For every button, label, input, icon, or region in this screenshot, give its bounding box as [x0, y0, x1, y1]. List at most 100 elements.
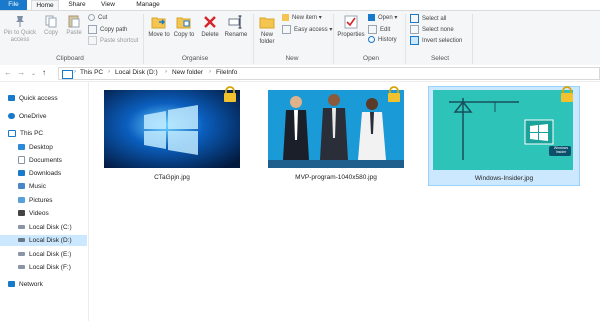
select-all-label: Select all — [422, 16, 447, 23]
music-icon — [18, 183, 25, 190]
tab-view[interactable]: View — [96, 0, 120, 10]
sidebar-item-videos[interactable]: Videos — [18, 208, 49, 219]
select-all-button[interactable]: Select all — [410, 14, 446, 23]
file-name: CTaGpjn.jpg — [154, 174, 190, 181]
sidebar-item-local-disk-f[interactable]: Local Disk (F:) — [18, 262, 71, 273]
sidebar-item-documents[interactable]: Documents — [18, 155, 62, 166]
breadcrumb-local-disk-d[interactable]: Local Disk (D:) — [115, 69, 158, 76]
delete-label: Delete — [201, 32, 219, 38]
new-item-icon — [282, 14, 289, 21]
ribbon-separator — [333, 14, 334, 64]
paste-label: Paste — [66, 30, 82, 36]
invert-selection-button[interactable]: Invert selection — [410, 36, 462, 45]
breadcrumb-chevron-icon[interactable]: › — [165, 69, 167, 75]
copy-to-icon — [176, 17, 191, 29]
sidebar-item-label: Local Disk (D:) — [29, 237, 72, 244]
sidebar-item-downloads[interactable]: Downloads — [18, 168, 61, 179]
delete-button[interactable]: Delete — [198, 14, 222, 39]
breadcrumb-fileinfo[interactable]: FileInfo — [216, 69, 237, 76]
properties-button[interactable]: Properties — [336, 14, 366, 39]
file-item[interactable]: CTaGpjn.jpg — [101, 86, 243, 186]
new-folder-button[interactable]: New folder — [256, 14, 278, 46]
videos-icon — [18, 210, 25, 217]
new-group-label: New — [285, 55, 299, 62]
sidebar-item-label: Videos — [29, 210, 49, 217]
rename-button[interactable]: Rename — [223, 14, 249, 39]
ribbon-separator — [472, 14, 473, 64]
ribbon-separator — [253, 14, 254, 64]
new-item-button[interactable]: New item ▾ — [282, 14, 322, 23]
edit-button[interactable]: Edit — [368, 25, 390, 34]
ribbon-separator — [143, 14, 144, 64]
sidebar-item-label: Documents — [29, 157, 62, 164]
drive-icon — [18, 265, 25, 270]
easy-access-button[interactable]: Easy access ▾ — [282, 25, 332, 34]
breadcrumb-new-folder[interactable]: New folder — [172, 69, 203, 76]
lock-icon — [561, 86, 573, 102]
open-button[interactable]: Open ▾ — [368, 14, 397, 23]
move-to-icon — [151, 17, 166, 29]
open-group-label: Open — [363, 55, 379, 62]
chevron-down-icon: ▾ — [318, 15, 322, 22]
clipboard-group-label: Clipboard — [56, 55, 84, 62]
sidebar-item-music[interactable]: Music — [18, 181, 46, 192]
pictures-icon — [18, 197, 25, 204]
file-item-selected[interactable]: Windows Insider Windows-Insider.jpg — [428, 86, 580, 186]
sidebar-item-local-disk-e[interactable]: Local Disk (E:) — [18, 249, 71, 260]
history-label: History — [378, 37, 397, 44]
recent-locations-icon[interactable]: ⌄ — [31, 70, 36, 77]
address-row: ← → ⌄ ↑ › This PC › Local Disk (D:) › Ne… — [0, 65, 600, 82]
sidebar-item-label: OneDrive — [19, 113, 47, 120]
cut-button[interactable]: Cut — [88, 14, 107, 23]
paste-button[interactable]: Paste — [63, 14, 85, 37]
copy-to-button[interactable]: Copy to — [173, 14, 195, 39]
sidebar-item-label: Network — [19, 281, 43, 288]
file-name: Windows-Insider.jpg — [474, 175, 534, 182]
copy-button[interactable]: Copy — [40, 14, 62, 37]
sidebar-item-desktop[interactable]: Desktop — [18, 142, 53, 153]
select-none-button[interactable]: Select none — [410, 25, 454, 34]
paste-shortcut-label: Paste shortcut — [100, 38, 139, 45]
breadcrumb-chevron-icon[interactable]: › — [209, 69, 211, 75]
tab-manage[interactable]: Manage — [131, 0, 165, 10]
documents-icon — [18, 156, 25, 165]
sidebar-item-local-disk-d[interactable]: Local Disk (D:) — [0, 235, 87, 246]
sidebar-item-pictures[interactable]: Pictures — [18, 195, 52, 206]
sidebar-item-this-pc[interactable]: This PC — [8, 128, 43, 139]
copy-path-button[interactable]: Copy path — [88, 25, 127, 34]
move-to-label: Move to — [148, 32, 170, 38]
up-arrow-icon[interactable]: ↑ — [42, 68, 46, 77]
paste-icon — [68, 15, 80, 28]
history-icon — [368, 36, 375, 43]
history-button[interactable]: History — [368, 36, 397, 45]
sidebar-item-onedrive[interactable]: OneDrive — [8, 111, 46, 122]
sidebar-item-local-disk-c[interactable]: Local Disk (C:) — [18, 222, 72, 233]
sidebar-item-label: Pictures — [29, 197, 53, 204]
back-arrow-icon[interactable]: ← — [4, 68, 12, 77]
select-group-label: Select — [430, 55, 450, 62]
file-item[interactable]: MVP-program-1040x580.jpg — [265, 86, 407, 186]
sidebar-item-label: This PC — [20, 130, 44, 137]
breadcrumb-this-pc[interactable]: This PC — [80, 69, 103, 76]
sidebar-item-network[interactable]: Network — [8, 279, 43, 290]
sidebar-item-label: Quick access — [19, 95, 58, 102]
sidebar-item-label: Local Disk (E:) — [29, 251, 72, 258]
easy-access-icon — [282, 25, 291, 34]
computer-icon — [8, 129, 16, 137]
sidebar-item-quick-access[interactable]: Quick access — [8, 93, 58, 104]
select-none-label: Select none — [422, 27, 454, 34]
copy-path-label: Copy path — [100, 27, 128, 34]
breadcrumb-chevron-icon[interactable]: › — [108, 69, 110, 75]
tab-share[interactable]: Share — [63, 0, 91, 10]
edit-icon — [368, 25, 377, 34]
breadcrumb-chevron-icon[interactable]: › — [74, 69, 76, 75]
new-item-label: New item — [292, 15, 318, 22]
pin-to-quick-access-button[interactable]: Pin to Quick access — [2, 14, 38, 44]
move-to-button[interactable]: Move to — [147, 14, 171, 39]
lock-icon — [224, 86, 236, 102]
paste-shortcut-button[interactable]: Paste shortcut — [88, 36, 138, 45]
forward-arrow-icon[interactable]: → — [17, 68, 25, 77]
address-bar[interactable]: › This PC › Local Disk (D:) › New folder… — [58, 67, 600, 80]
pin-icon — [16, 16, 24, 27]
tab-file[interactable]: File — [0, 0, 27, 10]
